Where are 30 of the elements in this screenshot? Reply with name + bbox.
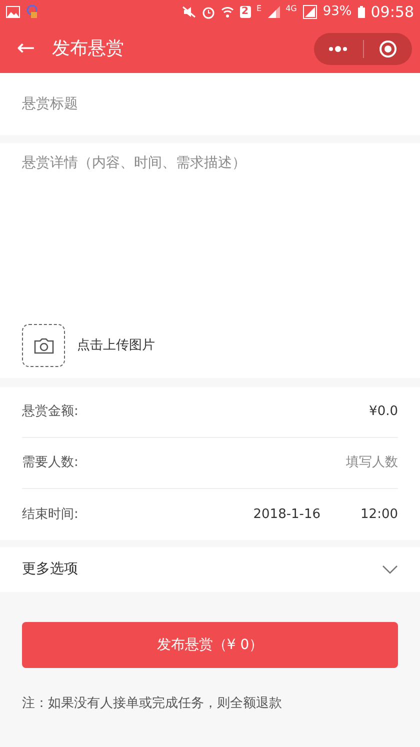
page-title: 发布悬赏 bbox=[52, 37, 124, 61]
signal-icon bbox=[268, 6, 280, 18]
field-label: 悬赏金额: bbox=[22, 403, 78, 422]
count-input[interactable]: 填写人数 bbox=[278, 453, 398, 473]
back-button[interactable]: ← bbox=[14, 38, 38, 60]
upload-label: 点击上传图片 bbox=[77, 336, 155, 355]
field-label: 需要人数: bbox=[22, 454, 78, 472]
signal-icon bbox=[302, 5, 317, 19]
title-field[interactable]: 悬赏标题 bbox=[0, 73, 420, 135]
battery-icon bbox=[358, 6, 365, 18]
app-icon bbox=[26, 5, 38, 19]
camera-icon bbox=[34, 338, 54, 354]
sim-badge: 2 bbox=[240, 6, 250, 18]
publish-button[interactable]: 发布悬赏（¥ 0） bbox=[22, 622, 398, 668]
more-options-row[interactable]: 更多选项 bbox=[0, 547, 420, 592]
details-field[interactable]: 悬赏详情（内容、时间、需求描述） bbox=[0, 143, 420, 313]
network-type: E bbox=[256, 3, 262, 15]
field-label: 结束时间: bbox=[22, 506, 78, 524]
amount-value: ¥0.0 bbox=[369, 403, 398, 422]
time-picker[interactable]: 12:00 bbox=[360, 504, 398, 524]
alarm-icon bbox=[202, 6, 215, 18]
status-time: 09:58 bbox=[370, 2, 414, 23]
network-type: 4G bbox=[286, 3, 297, 15]
date-picker[interactable]: 2018-1-16 bbox=[253, 504, 321, 524]
mute-icon bbox=[182, 6, 196, 18]
battery-percent: 93% bbox=[322, 3, 352, 22]
refund-note: 注：如果没有人接单或完成任务，则全额退款 bbox=[22, 695, 283, 713]
image-icon bbox=[6, 6, 20, 18]
upload-image-button[interactable] bbox=[22, 324, 65, 367]
wifi-icon bbox=[220, 6, 234, 18]
